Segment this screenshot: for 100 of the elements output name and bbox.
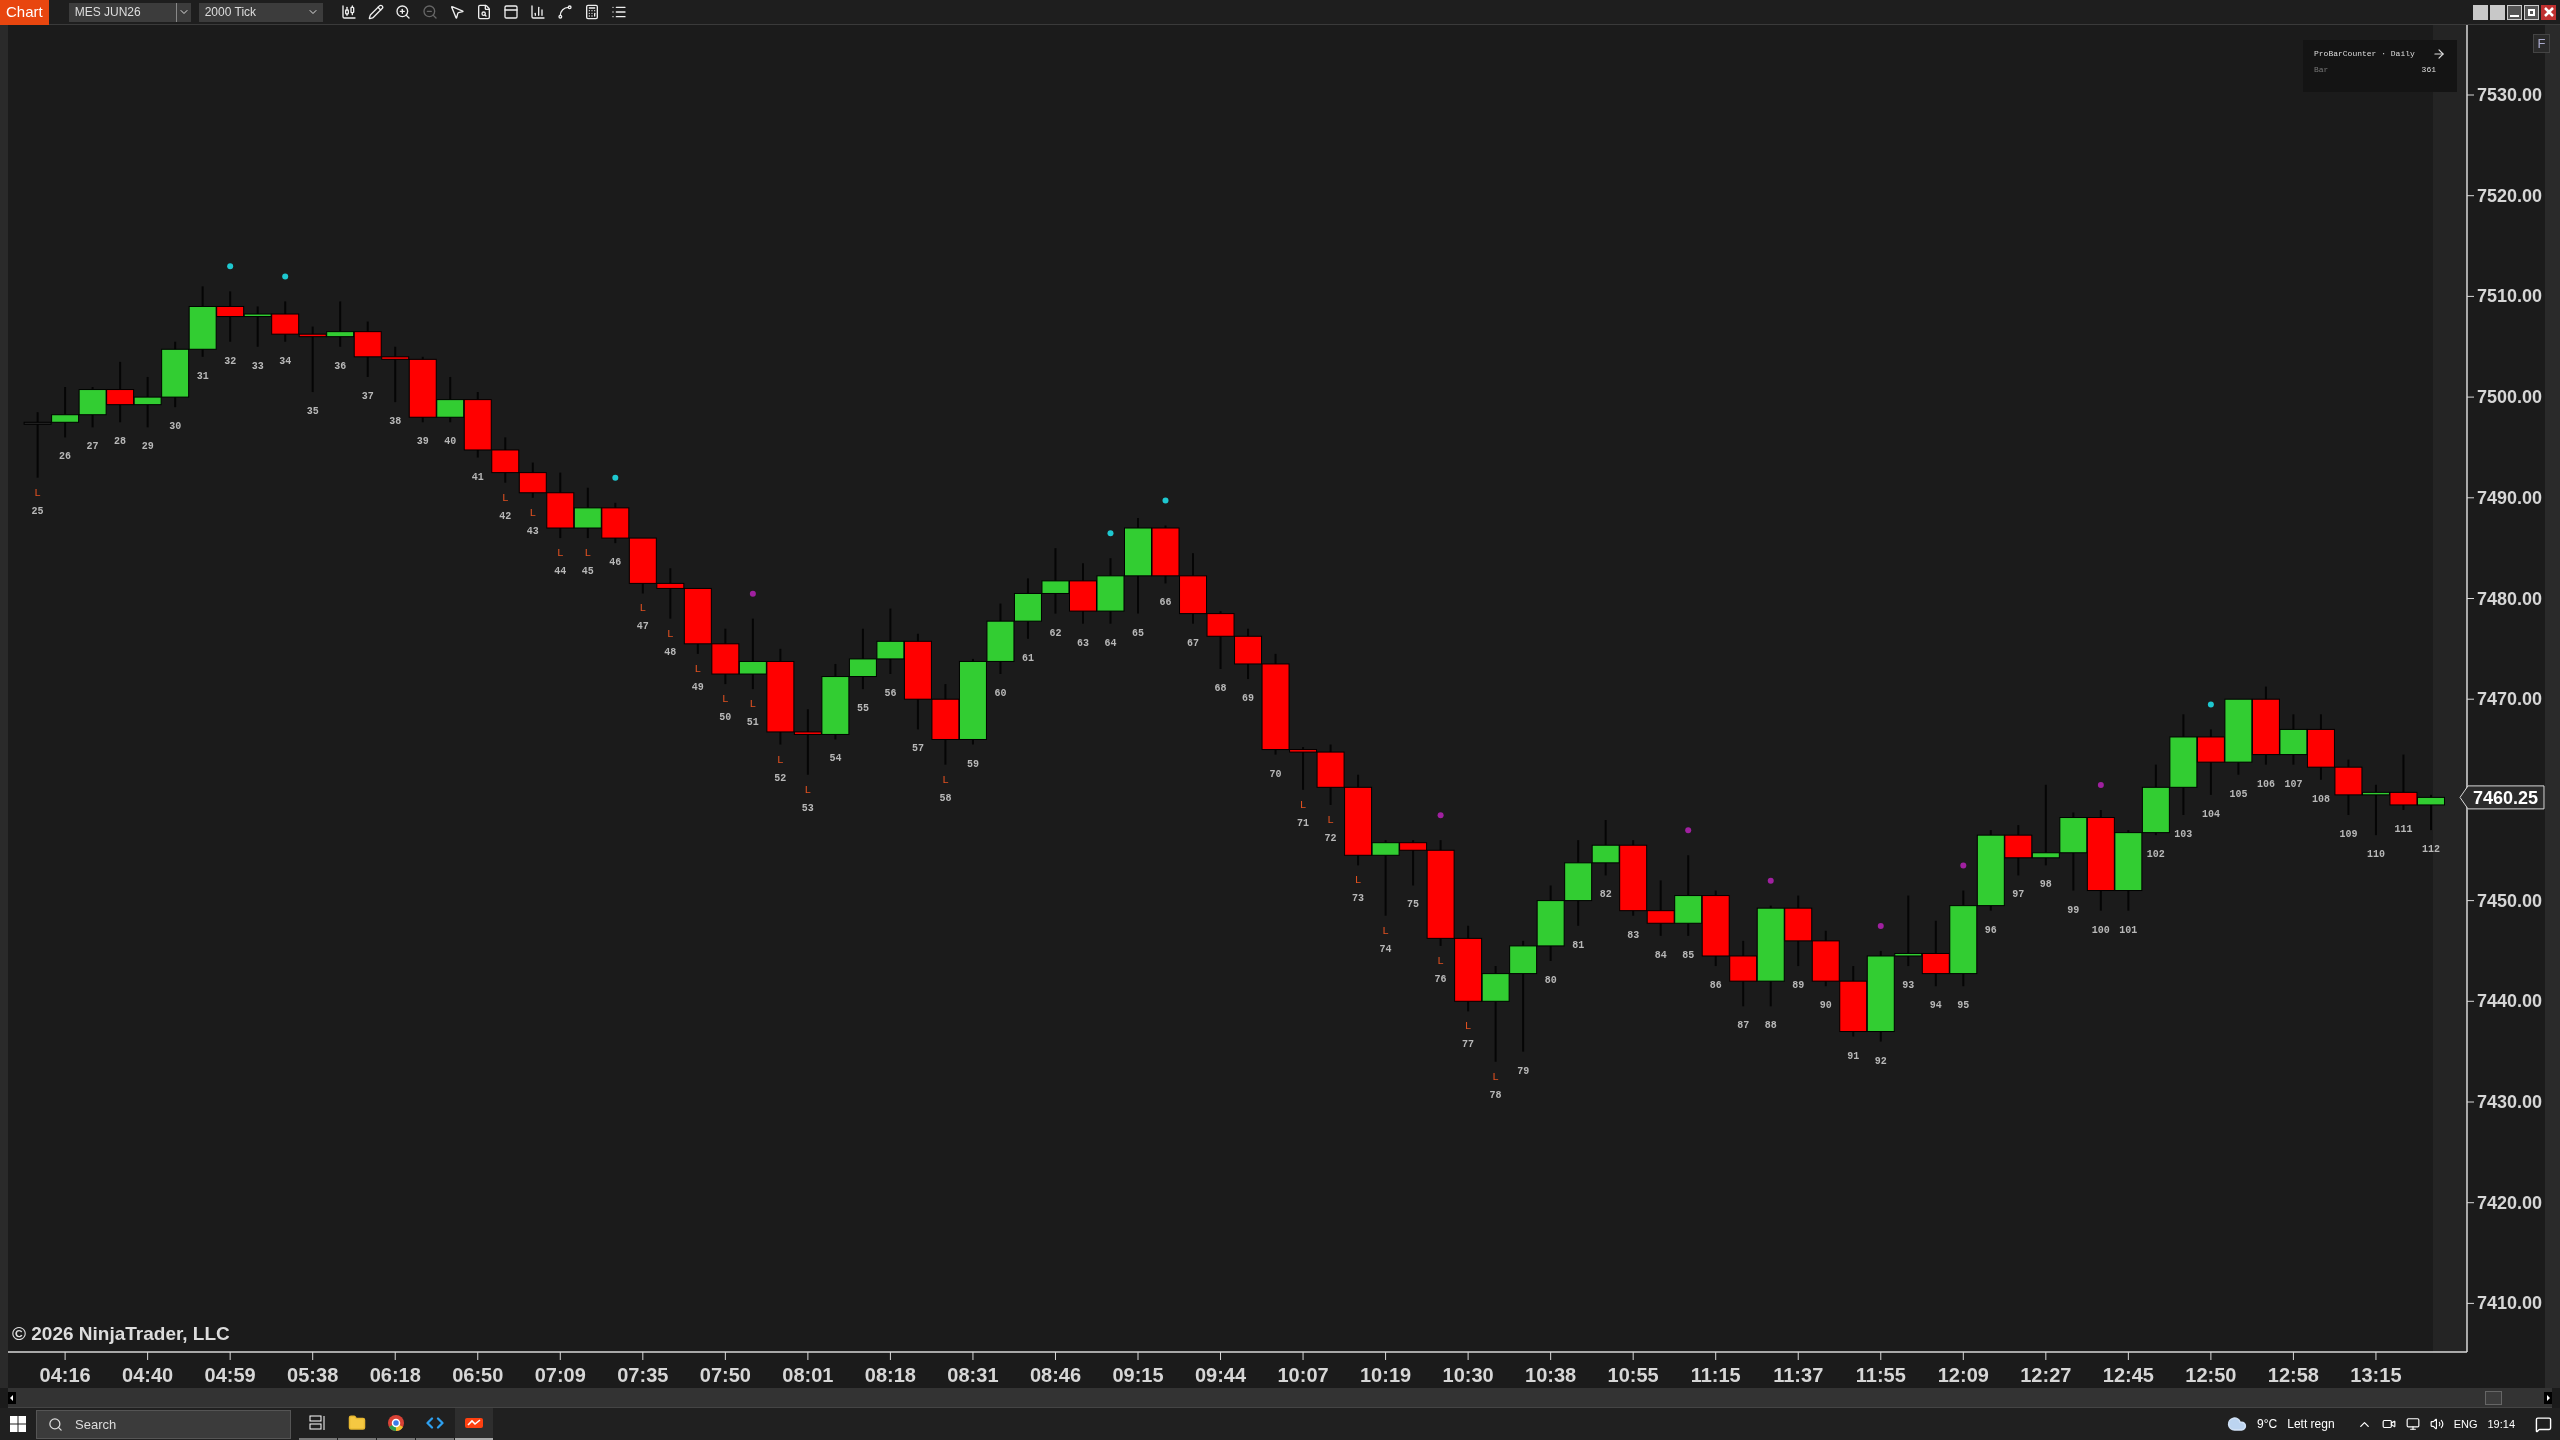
time-axis-label: 07:50 xyxy=(699,1364,751,1386)
taskbar-search-field[interactable]: Search xyxy=(36,1409,291,1439)
indicator-label: Bar xyxy=(2314,64,2329,76)
time-axis-label: 11:55 xyxy=(1855,1364,1906,1386)
bar-number: 70 xyxy=(1269,768,1282,780)
bar-number: 74 xyxy=(1379,943,1392,955)
time-axis-label: 12:45 xyxy=(2102,1364,2154,1386)
language-indicator[interactable]: ENG xyxy=(2453,1415,2478,1433)
bar-number: 48 xyxy=(664,646,677,658)
time-axis-label: 09:44 xyxy=(1194,1364,1247,1386)
bar-number: 88 xyxy=(1764,1020,1777,1032)
bar-number: 68 xyxy=(1214,683,1227,694)
bar-number: 75 xyxy=(1407,899,1420,911)
bar-number: 52 xyxy=(774,772,787,784)
bar-number: 111 xyxy=(2394,823,2413,835)
bar-number: 36 xyxy=(334,360,347,372)
interval-dropdown[interactable]: 2000 Tick xyxy=(198,2,323,22)
bar-number: 63 xyxy=(1076,637,1089,649)
low-marker: L xyxy=(667,627,674,640)
bar-number: 72 xyxy=(1324,832,1337,844)
bar-number: 81 xyxy=(1572,939,1585,951)
bar-number: 91 xyxy=(1847,1050,1860,1062)
bar-number: 100 xyxy=(2091,924,2110,936)
low-marker: L xyxy=(1299,798,1307,811)
bar-number: 92 xyxy=(1874,1055,1887,1067)
bar-number: 87 xyxy=(1737,1020,1750,1032)
bar-number: 49 xyxy=(691,681,704,693)
time-axis-label: 04:16 xyxy=(39,1364,91,1386)
time-axis-label: 08:31 xyxy=(947,1364,999,1386)
low-marker: L xyxy=(1327,813,1334,826)
temperature-text: 9°C xyxy=(2257,1416,2278,1433)
indicator-value: 361 xyxy=(2421,64,2436,76)
bar-number: 73 xyxy=(1352,893,1365,905)
bar-number: 35 xyxy=(306,406,319,418)
time-axis-label: 10:07 xyxy=(1277,1364,1329,1386)
low-marker: L xyxy=(1492,1070,1499,1083)
low-marker: L xyxy=(529,506,537,519)
bar-number: 97 xyxy=(2012,889,2025,901)
bar-number: 112 xyxy=(2421,844,2440,856)
weather-text: Lett regn xyxy=(2287,1416,2335,1433)
bar-number: 101 xyxy=(2119,924,2138,936)
bar-number: 62 xyxy=(1049,627,1062,639)
bar-number: 59 xyxy=(966,758,979,770)
clock-text[interactable]: 19:14 xyxy=(2487,1415,2515,1433)
bar-number: 79 xyxy=(1517,1065,1530,1077)
time-axis-label: 12:58 xyxy=(2267,1364,2319,1386)
low-marker: L xyxy=(749,698,757,711)
bar-number: 38 xyxy=(389,416,402,428)
bar-number: 56 xyxy=(884,688,897,700)
bar-number: 39 xyxy=(416,436,429,448)
bar-number: 109 xyxy=(2339,829,2358,840)
bar-number: 55 xyxy=(856,703,869,715)
price-axis-label: 7450.00 xyxy=(2477,890,2543,911)
bar-number: 46 xyxy=(609,557,622,569)
bar-number: 30 xyxy=(169,421,182,433)
bar-number: 99 xyxy=(2067,904,2080,916)
bar-number: 71 xyxy=(1297,817,1310,829)
bar-number: 47 xyxy=(636,621,649,633)
price-axis-label: 7530.00 xyxy=(2477,85,2543,105)
time-axis-label: 08:46 xyxy=(1029,1364,1082,1386)
chart-menu-button[interactable]: Chart xyxy=(0,0,49,25)
time-axis-label: 10:30 xyxy=(1442,1364,1494,1386)
bar-number: 27 xyxy=(86,441,99,453)
low-marker: L xyxy=(1464,1020,1472,1033)
bar-number: 108 xyxy=(2311,793,2330,805)
low-marker: L xyxy=(639,602,647,615)
bar-number: 96 xyxy=(1984,924,1997,936)
bar-number: 34 xyxy=(279,355,292,367)
bar-number: 84 xyxy=(1654,949,1667,961)
instrument-dropdown[interactable]: MES JUN26 xyxy=(68,2,191,22)
bar-number: 54 xyxy=(829,753,842,765)
copyright-text: © 2026 NinjaTrader, LLC xyxy=(12,1323,230,1344)
bar-number: 31 xyxy=(196,370,209,382)
price-axis-label: 7410.00 xyxy=(2477,1293,2543,1314)
price-axis-label: 7510.00 xyxy=(2477,286,2543,307)
price-axis-label: 7490.00 xyxy=(2477,487,2543,508)
bar-number: 29 xyxy=(141,441,154,453)
bar-number: 104 xyxy=(2201,808,2220,820)
time-axis-label: 13:15 xyxy=(2350,1364,2402,1386)
bar-number: 25 xyxy=(31,505,44,517)
bar-number: 110 xyxy=(2366,849,2385,861)
bar-number: 50 xyxy=(719,712,732,724)
bar-number: 51 xyxy=(746,717,759,729)
price-axis-label: 7420.00 xyxy=(2477,1192,2543,1213)
bar-number: 67 xyxy=(1187,637,1200,649)
bar-number: 106 xyxy=(2256,778,2275,790)
low-marker: L xyxy=(584,547,592,560)
bar-number: 42 xyxy=(499,510,512,522)
scale-button[interactable]: F xyxy=(2533,34,2550,53)
bar-number: 65 xyxy=(1132,627,1144,639)
bar-number: 78 xyxy=(1489,1089,1502,1101)
bar-number: 90 xyxy=(1819,1000,1832,1012)
bar-number: 57 xyxy=(911,743,924,755)
bar-number: 64 xyxy=(1104,637,1117,649)
time-axis-label: 10:19 xyxy=(1360,1364,1412,1386)
bar-number: 45 xyxy=(581,566,594,578)
low-marker: L xyxy=(804,783,812,796)
time-axis-label: 12:50 xyxy=(2185,1364,2237,1386)
bar-number: 94 xyxy=(1929,1000,1942,1012)
bar-number: 26 xyxy=(59,451,72,463)
